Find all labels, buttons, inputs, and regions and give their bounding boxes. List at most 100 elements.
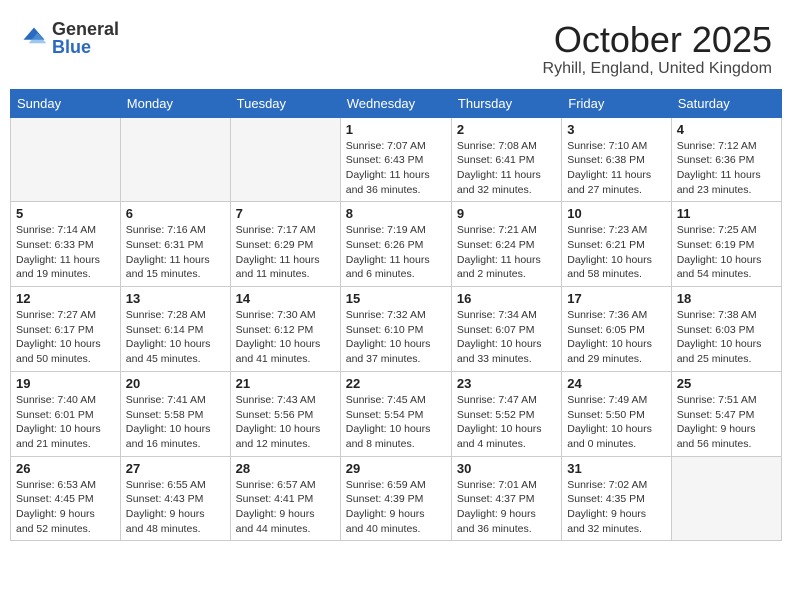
day-cell: 29 Sunrise: 6:59 AM Sunset: 4:39 PM Dayli… [340, 456, 451, 541]
day-info: Sunrise: 7:49 AM Sunset: 5:50 PM Dayligh… [567, 393, 665, 452]
day-cell: 23 Sunrise: 7:47 AM Sunset: 5:52 PM Dayli… [451, 371, 561, 456]
page-header: General Blue October 2025 Ryhill, Englan… [10, 10, 782, 83]
week-row-2: 12Sunrise: 7:27 AM Sunset: 6:17 PM Dayli… [11, 287, 782, 372]
day-number: 28 [236, 461, 335, 476]
day-number: 26 [16, 461, 115, 476]
day-cell: 1Sunrise: 7:07 AM Sunset: 6:43 PM Daylig… [340, 117, 451, 202]
day-cell: 3Sunrise: 7:10 AM Sunset: 6:38 PM Daylig… [562, 117, 671, 202]
day-info: Sunrise: 7:25 AM Sunset: 6:19 PM Dayligh… [677, 223, 776, 282]
day-info: Sunrise: 7:47 AM Sunset: 5:52 PM Dayligh… [457, 393, 556, 452]
col-header-sunday: Sunday [11, 89, 121, 117]
day-info: Sunrise: 6:59 AM Sunset: 4:39 PM Dayligh… [346, 478, 446, 537]
day-number: 29 [346, 461, 446, 476]
day-number: 7 [236, 206, 335, 221]
day-info: Sunrise: 7:43 AM Sunset: 5:56 PM Dayligh… [236, 393, 335, 452]
day-number: 1 [346, 122, 446, 137]
day-info: Sunrise: 7:41 AM Sunset: 5:58 PM Dayligh… [126, 393, 225, 452]
logo-blue-text: Blue [52, 38, 119, 56]
day-cell [230, 117, 340, 202]
day-number: 22 [346, 376, 446, 391]
day-number: 21 [236, 376, 335, 391]
day-cell: 21 Sunrise: 7:43 AM Sunset: 5:56 PM Dayli… [230, 371, 340, 456]
col-header-friday: Friday [562, 89, 671, 117]
day-info: Sunrise: 7:27 AM Sunset: 6:17 PM Dayligh… [16, 308, 115, 367]
day-number: 23 [457, 376, 556, 391]
day-number: 14 [236, 291, 335, 306]
day-number: 20 [126, 376, 225, 391]
day-cell: 8 Sunrise: 7:19 AM Sunset: 6:26 PM Daylig… [340, 202, 451, 287]
col-header-thursday: Thursday [451, 89, 561, 117]
col-header-monday: Monday [120, 89, 230, 117]
week-row-1: 5 Sunrise: 7:14 AM Sunset: 6:33 PM Daylig… [11, 202, 782, 287]
day-cell [671, 456, 781, 541]
day-cell: 16 Sunrise: 7:34 AM Sunset: 6:07 PM Dayli… [451, 287, 561, 372]
day-number: 4 [677, 122, 776, 137]
day-cell: 28 Sunrise: 6:57 AM Sunset: 4:41 PM Dayli… [230, 456, 340, 541]
title-location: Ryhill, England, United Kingdom [543, 60, 772, 78]
day-info: Sunrise: 6:57 AM Sunset: 4:41 PM Dayligh… [236, 478, 335, 537]
day-number: 2 [457, 122, 556, 137]
day-info: Sunrise: 7:45 AM Sunset: 5:54 PM Dayligh… [346, 393, 446, 452]
day-number: 13 [126, 291, 225, 306]
day-cell: 4 Sunrise: 7:12 AM Sunset: 6:36 PM Daylig… [671, 117, 781, 202]
day-cell: 24Sunrise: 7:49 AM Sunset: 5:50 PM Dayli… [562, 371, 671, 456]
week-row-3: 19 Sunrise: 7:40 AM Sunset: 6:01 PM Dayli… [11, 371, 782, 456]
title-block: October 2025 Ryhill, England, United Kin… [543, 20, 772, 78]
logo-general-text: General [52, 20, 119, 38]
day-info: Sunrise: 7:32 AM Sunset: 6:10 PM Dayligh… [346, 308, 446, 367]
day-cell: 7 Sunrise: 7:17 AM Sunset: 6:29 PM Daylig… [230, 202, 340, 287]
day-number: 6 [126, 206, 225, 221]
title-month: October 2025 [543, 20, 772, 60]
day-cell: 18 Sunrise: 7:38 AM Sunset: 6:03 PM Dayli… [671, 287, 781, 372]
day-number: 18 [677, 291, 776, 306]
day-cell: 5 Sunrise: 7:14 AM Sunset: 6:33 PM Daylig… [11, 202, 121, 287]
day-number: 19 [16, 376, 115, 391]
day-number: 5 [16, 206, 115, 221]
day-cell: 9 Sunrise: 7:21 AM Sunset: 6:24 PM Daylig… [451, 202, 561, 287]
day-cell: 22 Sunrise: 7:45 AM Sunset: 5:54 PM Dayli… [340, 371, 451, 456]
day-info: Sunrise: 7:17 AM Sunset: 6:29 PM Dayligh… [236, 223, 335, 282]
day-number: 3 [567, 122, 665, 137]
day-info: Sunrise: 7:12 AM Sunset: 6:36 PM Dayligh… [677, 139, 776, 198]
day-number: 8 [346, 206, 446, 221]
day-number: 10 [567, 206, 665, 221]
day-cell: 26Sunrise: 6:53 AM Sunset: 4:45 PM Dayli… [11, 456, 121, 541]
day-info: Sunrise: 7:08 AM Sunset: 6:41 PM Dayligh… [457, 139, 556, 198]
day-cell: 27Sunrise: 6:55 AM Sunset: 4:43 PM Dayli… [120, 456, 230, 541]
day-number: 16 [457, 291, 556, 306]
day-info: Sunrise: 7:36 AM Sunset: 6:05 PM Dayligh… [567, 308, 665, 367]
day-info: Sunrise: 7:28 AM Sunset: 6:14 PM Dayligh… [126, 308, 225, 367]
logo-text: General Blue [52, 20, 119, 56]
day-cell: 2 Sunrise: 7:08 AM Sunset: 6:41 PM Daylig… [451, 117, 561, 202]
day-number: 17 [567, 291, 665, 306]
day-info: Sunrise: 7:16 AM Sunset: 6:31 PM Dayligh… [126, 223, 225, 282]
calendar-header-row: SundayMondayTuesdayWednesdayThursdayFrid… [11, 89, 782, 117]
day-info: Sunrise: 7:30 AM Sunset: 6:12 PM Dayligh… [236, 308, 335, 367]
day-cell: 11Sunrise: 7:25 AM Sunset: 6:19 PM Dayli… [671, 202, 781, 287]
day-number: 9 [457, 206, 556, 221]
day-cell [120, 117, 230, 202]
day-info: Sunrise: 7:14 AM Sunset: 6:33 PM Dayligh… [16, 223, 115, 282]
day-cell: 19 Sunrise: 7:40 AM Sunset: 6:01 PM Dayli… [11, 371, 121, 456]
col-header-tuesday: Tuesday [230, 89, 340, 117]
week-row-0: 1Sunrise: 7:07 AM Sunset: 6:43 PM Daylig… [11, 117, 782, 202]
day-number: 27 [126, 461, 225, 476]
col-header-wednesday: Wednesday [340, 89, 451, 117]
day-cell: 20 Sunrise: 7:41 AM Sunset: 5:58 PM Dayli… [120, 371, 230, 456]
day-number: 30 [457, 461, 556, 476]
day-info: Sunrise: 7:51 AM Sunset: 5:47 PM Dayligh… [677, 393, 776, 452]
day-info: Sunrise: 7:19 AM Sunset: 6:26 PM Dayligh… [346, 223, 446, 282]
day-info: Sunrise: 7:21 AM Sunset: 6:24 PM Dayligh… [457, 223, 556, 282]
logo-icon [20, 24, 48, 52]
day-info: Sunrise: 7:40 AM Sunset: 6:01 PM Dayligh… [16, 393, 115, 452]
day-info: Sunrise: 7:34 AM Sunset: 6:07 PM Dayligh… [457, 308, 556, 367]
day-cell: 12Sunrise: 7:27 AM Sunset: 6:17 PM Dayli… [11, 287, 121, 372]
calendar-table: SundayMondayTuesdayWednesdayThursdayFrid… [10, 89, 782, 542]
day-cell: 15Sunrise: 7:32 AM Sunset: 6:10 PM Dayli… [340, 287, 451, 372]
day-info: Sunrise: 7:38 AM Sunset: 6:03 PM Dayligh… [677, 308, 776, 367]
day-cell [11, 117, 121, 202]
day-cell: 31Sunrise: 7:02 AM Sunset: 4:35 PM Dayli… [562, 456, 671, 541]
day-number: 25 [677, 376, 776, 391]
day-info: Sunrise: 7:23 AM Sunset: 6:21 PM Dayligh… [567, 223, 665, 282]
day-cell: 13 Sunrise: 7:28 AM Sunset: 6:14 PM Dayli… [120, 287, 230, 372]
